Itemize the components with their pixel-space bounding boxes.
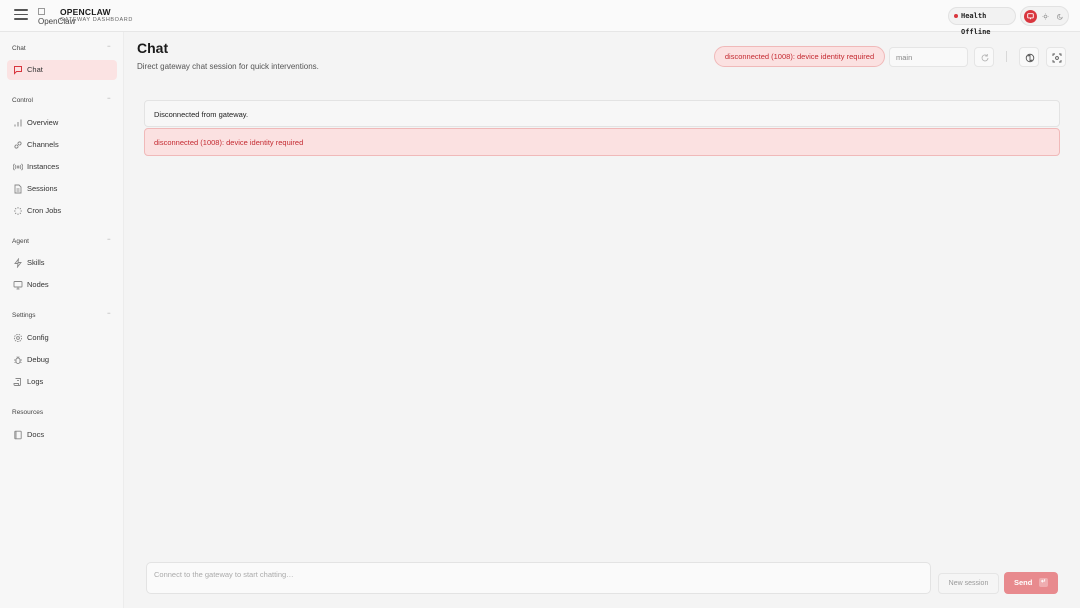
system-message: Disconnected from gateway. — [144, 100, 1060, 127]
monitor-icon — [1027, 13, 1034, 20]
session-key-input[interactable] — [889, 47, 968, 67]
link-icon — [14, 141, 22, 149]
theme-light-button[interactable] — [1039, 10, 1052, 23]
enter-key-icon: ↵ — [1039, 578, 1048, 587]
message-square-icon — [14, 66, 22, 75]
monitor-icon — [13, 281, 23, 290]
sidebar-item-label: Docs — [27, 430, 45, 439]
scroll-icon — [13, 378, 21, 386]
sidebar-group-control: Control — [12, 97, 33, 104]
sidebar-group-agent: Agent — [12, 238, 29, 245]
sidebar-item-label: Skills — [27, 258, 45, 267]
toolbar-divider — [1006, 51, 1007, 62]
zap-icon — [14, 258, 22, 268]
sidebar-item-channels[interactable]: Channels — [7, 135, 117, 155]
sidebar-group-resources: Resources — [12, 409, 44, 416]
collapse-icon[interactable]: − — [107, 237, 111, 243]
chat-compose-input[interactable] — [146, 562, 931, 594]
theme-system-button[interactable] — [1024, 10, 1037, 23]
settings-icon — [13, 333, 23, 343]
refresh-button[interactable] — [974, 47, 994, 67]
page-subtitle: Direct gateway chat session for quick in… — [137, 62, 319, 71]
bar-chart-icon — [14, 119, 22, 127]
sidebar: Chat − Chat Control − Overview Channels … — [0, 32, 124, 608]
collapse-icon[interactable]: − — [107, 96, 111, 102]
sidebar-item-label: Chat — [27, 65, 43, 74]
radio-icon — [13, 163, 23, 171]
sidebar-item-docs[interactable]: Docs — [7, 425, 117, 445]
file-text-icon — [14, 184, 22, 194]
book-icon — [14, 430, 22, 440]
loader-icon — [14, 207, 22, 215]
sidebar-item-skills[interactable]: Skills — [7, 253, 117, 273]
collapse-icon[interactable]: − — [107, 44, 111, 50]
sidebar-item-cron-jobs[interactable]: Cron Jobs — [7, 201, 117, 221]
sidebar-item-label: Nodes — [27, 280, 49, 289]
sidebar-item-label: Config — [27, 333, 49, 342]
sidebar-item-chat[interactable]: Chat — [7, 60, 117, 80]
collapse-icon[interactable]: − — [107, 311, 111, 317]
theme-dark-button[interactable] — [1054, 10, 1067, 23]
refresh-icon — [981, 54, 989, 62]
sidebar-item-label: Cron Jobs — [27, 206, 62, 215]
new-session-button[interactable]: New session — [938, 573, 999, 594]
sidebar-group-chat: Chat — [12, 45, 26, 52]
focus-mode-button[interactable] — [1046, 47, 1066, 67]
status-dot-icon — [954, 14, 958, 18]
bug-icon — [14, 356, 22, 364]
send-button-label: Send — [1014, 578, 1033, 587]
brain-icon — [1025, 53, 1035, 63]
sidebar-item-nodes[interactable]: Nodes — [7, 275, 117, 295]
sidebar-item-instances[interactable]: Instances — [7, 157, 117, 177]
sidebar-group-settings: Settings — [12, 312, 36, 319]
top-bar: OpenClaw OPENCLAW GATEWAY DASHBOARD Heal… — [0, 0, 1080, 36]
page-title: Chat — [137, 40, 169, 56]
menu-icon[interactable] — [14, 9, 28, 23]
sidebar-item-overview[interactable]: Overview — [7, 113, 117, 133]
sidebar-item-debug[interactable]: Debug — [7, 350, 117, 370]
moon-icon — [1057, 14, 1063, 20]
send-button[interactable]: Send ↵ — [1004, 572, 1058, 594]
error-message: disconnected (1008): device identity req… — [144, 128, 1060, 156]
sidebar-item-label: Debug — [27, 355, 50, 364]
brand-title: OPENCLAW — [60, 7, 111, 17]
brand-subtitle: GATEWAY DASHBOARD — [60, 17, 133, 23]
sidebar-item-config[interactable]: Config — [7, 328, 117, 348]
connection-status-badge: disconnected (1008): device identity req… — [714, 46, 885, 67]
sidebar-item-label: Sessions — [27, 184, 58, 193]
sidebar-item-logs[interactable]: Logs — [7, 372, 117, 392]
health-status-label: Health Offline — [961, 12, 991, 36]
health-status-badge: Health Offline — [948, 7, 1016, 36]
sidebar-item-label: Logs — [27, 377, 44, 386]
sidebar-item-label: Channels — [27, 140, 59, 149]
thinking-toggle-button[interactable] — [1019, 47, 1039, 67]
sidebar-item-label: Overview — [27, 118, 59, 127]
theme-switcher — [1020, 6, 1069, 26]
sidebar-item-label: Instances — [27, 162, 60, 171]
focus-icon — [1052, 53, 1062, 63]
sidebar-item-sessions[interactable]: Sessions — [7, 179, 117, 199]
sun-icon — [1042, 13, 1049, 20]
